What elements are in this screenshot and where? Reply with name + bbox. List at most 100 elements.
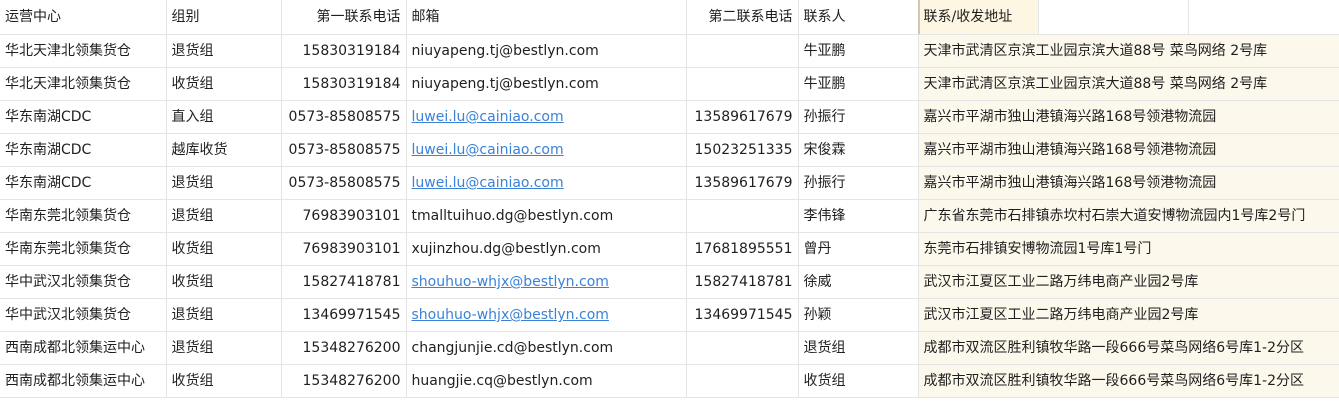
cell-email[interactable]: niuyapeng.tj@bestlyn.com: [406, 67, 687, 101]
cell-phone2[interactable]: [686, 331, 799, 365]
cell-email[interactable]: luwei.lu@cainiao.com: [406, 133, 687, 167]
cell-phone1[interactable]: 15830319184: [281, 34, 407, 68]
spreadsheet: 运营中心 组别 第一联系电话 邮箱 第二联系电话 联系人 联系/收发地址 华北天津北领集货仓退…: [0, 0, 1339, 401]
cell-email[interactable]: luwei.lu@cainiao.com: [406, 100, 687, 134]
cell-center[interactable]: 华北天津北领集货仓: [0, 34, 167, 68]
cell-phone1[interactable]: 15348276200: [281, 364, 407, 398]
cell-center[interactable]: 华北天津北领集货仓: [0, 67, 167, 101]
cell-phone2[interactable]: [686, 67, 799, 101]
cell-email[interactable]: shouhuo-whjx@bestlyn.com: [406, 265, 687, 299]
header-email[interactable]: 邮箱: [406, 0, 687, 35]
cell-phone1[interactable]: 15827418781: [281, 265, 407, 299]
email-link[interactable]: luwei.lu@cainiao.com: [412, 109, 564, 125]
cell-group[interactable]: 退货组: [166, 34, 282, 68]
cell-center[interactable]: 华东南湖CDC: [0, 166, 167, 200]
cell-address[interactable]: 天津市武清区京滨工业园京滨大道88号 菜鸟网络 2号库: [918, 34, 1339, 68]
table-row: 华东南湖CDC 越库收货 0573-85808575 luwei.lu@cainiao…: [0, 133, 1339, 167]
cell-address[interactable]: 成都市双流区胜利镇牧华路一段666号菜鸟网络6号库1-2分区: [918, 331, 1339, 365]
cell-contact[interactable]: 徐威: [798, 265, 919, 299]
cell-contact[interactable]: 退货组: [798, 331, 919, 365]
cell-center[interactable]: 华东南湖CDC: [0, 133, 167, 167]
header-group[interactable]: 组别: [166, 0, 282, 35]
cell-group[interactable]: 收货组: [166, 232, 282, 266]
cell-phone2[interactable]: 17681895551: [686, 232, 799, 266]
cell-phone1[interactable]: 15830319184: [281, 67, 407, 101]
cell-email[interactable]: luwei.lu@cainiao.com: [406, 166, 687, 200]
cell-email[interactable]: tmalltuihuo.dg@bestlyn.com: [406, 199, 687, 233]
email-link[interactable]: luwei.lu@cainiao.com: [412, 142, 564, 158]
cell-contact[interactable]: 牛亚鹏: [798, 34, 919, 68]
cell-phone2[interactable]: 13469971545: [686, 298, 799, 332]
cell-email[interactable]: shouhuo-whjx@bestlyn.com: [406, 298, 687, 332]
cell-address[interactable]: 武汉市江夏区工业二路万纬电商产业园2号库: [918, 265, 1339, 299]
cell-group[interactable]: 退货组: [166, 298, 282, 332]
contact-table: 运营中心 组别 第一联系电话 邮箱 第二联系电话 联系人 联系/收发地址 华北天津北领集货仓退…: [0, 0, 1339, 398]
cell-group[interactable]: 收货组: [166, 67, 282, 101]
cell-group[interactable]: 退货组: [166, 331, 282, 365]
header-col-h[interactable]: [1038, 0, 1189, 35]
cell-phone2[interactable]: 15023251335: [686, 133, 799, 167]
cell-phone2[interactable]: [686, 364, 799, 398]
cell-phone2[interactable]: 13589617679: [686, 100, 799, 134]
table-row: 华北天津北领集货仓 退货组 15830319184 niuyapeng.tj@best…: [0, 34, 1339, 68]
cell-phone2[interactable]: [686, 34, 799, 68]
cell-center[interactable]: 西南成都北领集运中心: [0, 331, 167, 365]
cell-phone1[interactable]: 76983903101: [281, 199, 407, 233]
cell-phone2[interactable]: 13589617679: [686, 166, 799, 200]
cell-address[interactable]: 嘉兴市平湖市独山港镇海兴路168号领港物流园: [918, 166, 1339, 200]
cell-contact[interactable]: 牛亚鹏: [798, 67, 919, 101]
header-address[interactable]: 联系/收发地址: [917, 0, 1039, 35]
cell-phone1[interactable]: 0573-85808575: [281, 166, 407, 200]
cell-contact[interactable]: 收货组: [798, 364, 919, 398]
cell-address[interactable]: 广东省东莞市石排镇赤坎村石崇大道安博物流园内1号库2号门: [918, 199, 1339, 233]
cell-phone2[interactable]: 15827418781: [686, 265, 799, 299]
cell-center[interactable]: 华南东莞北领集货仓: [0, 232, 167, 266]
cell-contact[interactable]: 孙振行: [798, 100, 919, 134]
cell-group[interactable]: 收货组: [166, 265, 282, 299]
cell-group[interactable]: 收货组: [166, 364, 282, 398]
table-row: 华东南湖CDC 退货组 0573-85808575 luwei.lu@cainiao.…: [0, 166, 1339, 200]
cell-group[interactable]: 直入组: [166, 100, 282, 134]
cell-address[interactable]: 成都市双流区胜利镇牧华路一段666号菜鸟网络6号库1-2分区: [918, 364, 1339, 398]
email-link[interactable]: shouhuo-whjx@bestlyn.com: [412, 274, 609, 290]
cell-address[interactable]: 嘉兴市平湖市独山港镇海兴路168号领港物流园: [918, 133, 1339, 167]
cell-email[interactable]: changjunjie.cd@bestlyn.com: [406, 331, 687, 365]
email-link[interactable]: shouhuo-whjx@bestlyn.com: [412, 307, 609, 323]
cell-contact[interactable]: 曾丹: [798, 232, 919, 266]
cell-group[interactable]: 越库收货: [166, 133, 282, 167]
table-row: 华北天津北领集货仓 收货组 15830319184 niuyapeng.tj@best…: [0, 67, 1339, 101]
header-row: 运营中心 组别 第一联系电话 邮箱 第二联系电话 联系人 联系/收发地址: [0, 0, 1339, 35]
cell-address[interactable]: 嘉兴市平湖市独山港镇海兴路168号领港物流园: [918, 100, 1339, 134]
cell-email[interactable]: xujinzhou.dg@bestlyn.com: [406, 232, 687, 266]
cell-email[interactable]: huangjie.cq@bestlyn.com: [406, 364, 687, 398]
cell-center[interactable]: 华南东莞北领集货仓: [0, 199, 167, 233]
cell-phone2[interactable]: [686, 199, 799, 233]
cell-phone1[interactable]: 15348276200: [281, 331, 407, 365]
header-center[interactable]: 运营中心: [0, 0, 167, 35]
email-link[interactable]: luwei.lu@cainiao.com: [412, 175, 564, 191]
table-row: 华中武汉北领集货仓 收货组 15827418781 shouhuo-whjx@best…: [0, 265, 1339, 299]
cell-address[interactable]: 天津市武清区京滨工业园京滨大道88号 菜鸟网络 2号库: [918, 67, 1339, 101]
header-phone1[interactable]: 第一联系电话: [281, 0, 407, 35]
header-phone2[interactable]: 第二联系电话: [686, 0, 799, 35]
cell-center[interactable]: 西南成都北领集运中心: [0, 364, 167, 398]
cell-address[interactable]: 武汉市江夏区工业二路万纬电商产业园2号库: [918, 298, 1339, 332]
cell-center[interactable]: 华中武汉北领集货仓: [0, 298, 167, 332]
cell-contact[interactable]: 孙颖: [798, 298, 919, 332]
cell-phone1[interactable]: 0573-85808575: [281, 133, 407, 167]
header-col-i[interactable]: [1188, 0, 1339, 35]
cell-group[interactable]: 退货组: [166, 199, 282, 233]
cell-contact[interactable]: 宋俊霖: [798, 133, 919, 167]
header-contact[interactable]: 联系人: [798, 0, 919, 35]
cell-center[interactable]: 华东南湖CDC: [0, 100, 167, 134]
cell-phone1[interactable]: 0573-85808575: [281, 100, 407, 134]
cell-address[interactable]: 东莞市石排镇安博物流园1号库1号门: [918, 232, 1339, 266]
address-column-header-marker: [918, 0, 920, 34]
cell-phone1[interactable]: 76983903101: [281, 232, 407, 266]
cell-phone1[interactable]: 13469971545: [281, 298, 407, 332]
cell-center[interactable]: 华中武汉北领集货仓: [0, 265, 167, 299]
cell-group[interactable]: 退货组: [166, 166, 282, 200]
cell-email[interactable]: niuyapeng.tj@bestlyn.com: [406, 34, 687, 68]
cell-contact[interactable]: 孙振行: [798, 166, 919, 200]
cell-contact[interactable]: 李伟锋: [798, 199, 919, 233]
